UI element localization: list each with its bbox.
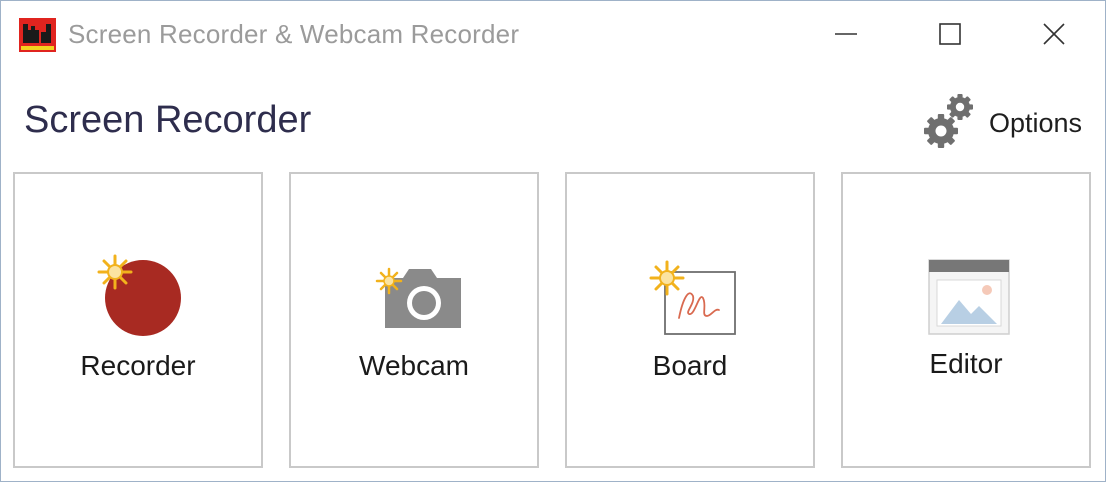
close-icon (1043, 23, 1065, 45)
recorder-label: Recorder (80, 350, 196, 381)
camera-icon (375, 267, 461, 328)
maximize-button[interactable] (919, 7, 979, 61)
minimize-button[interactable] (815, 7, 875, 61)
options-button[interactable]: Options (920, 91, 1100, 153)
page-title: Screen Recorder (24, 99, 312, 141)
recorder-tile[interactable]: Recorder (13, 172, 263, 468)
minimize-icon (835, 33, 857, 35)
board-tile[interactable]: Board (565, 172, 815, 468)
editor-label: Editor (929, 348, 1003, 379)
image-editor-icon (928, 259, 1010, 335)
options-label: Options (989, 108, 1083, 138)
board-label: Board (652, 350, 728, 381)
app-logo-icon (19, 18, 56, 52)
whiteboard-icon (649, 260, 736, 335)
app-window: Screen Recorder & Webcam Recorder Screen… (0, 0, 1106, 482)
record-icon (97, 254, 181, 336)
webcam-tile[interactable]: Webcam (289, 172, 539, 468)
webcam-label: Webcam (359, 350, 469, 381)
editor-tile[interactable]: Editor (841, 172, 1091, 468)
close-button[interactable] (1023, 7, 1083, 61)
title-bar[interactable]: Screen Recorder & Webcam Recorder (1, 1, 1105, 67)
gears-icon (924, 94, 973, 148)
maximize-icon (939, 23, 961, 45)
window-title: Screen Recorder & Webcam Recorder (68, 19, 520, 49)
